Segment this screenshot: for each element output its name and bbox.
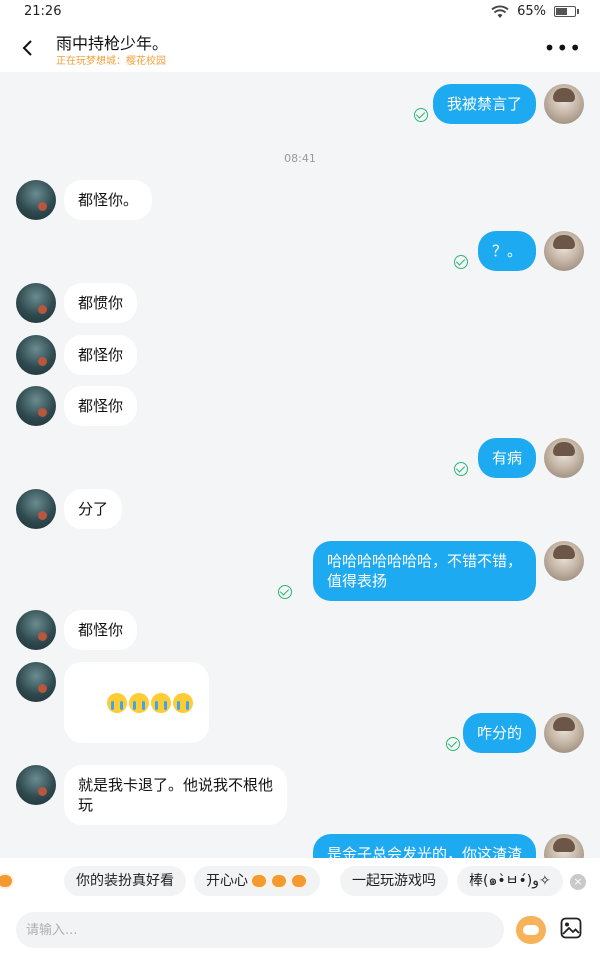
loudly-crying-face-icon xyxy=(150,692,171,713)
quick-reply-chip[interactable]: 你的装扮真好看 xyxy=(64,866,186,896)
avatar[interactable] xyxy=(544,834,584,858)
tiger-sticker-icon xyxy=(290,873,308,889)
message-bubble[interactable]: 哈哈哈哈哈哈哈，不错不错， 值得表扬 xyxy=(312,541,536,601)
message-bubble[interactable]: 都怪你 xyxy=(64,610,138,650)
message-bubble[interactable]: 分了 xyxy=(64,489,123,529)
avatar[interactable] xyxy=(16,610,56,650)
battery-percent: 65% xyxy=(517,4,546,19)
quick-reply-chip[interactable]: 开心心 xyxy=(194,866,320,896)
tiger-sticker-icon xyxy=(270,873,288,889)
chat-title: 雨中持枪少年。 xyxy=(56,34,169,53)
sticker-button[interactable] xyxy=(516,916,546,944)
avatar[interactable] xyxy=(16,283,56,323)
message-bubble[interactable]: 都怪你 xyxy=(64,386,138,426)
battery-icon xyxy=(554,6,579,17)
image-icon[interactable] xyxy=(560,917,582,939)
message-bubble[interactable]: 都怪你 xyxy=(64,335,138,375)
input-bar xyxy=(0,904,600,960)
quick-reply-chip[interactable]: 棒(๑•̀ㅂ•́)و✧ xyxy=(457,866,563,896)
message-bubble[interactable]: 是金子总会发光的，你这渣渣 xyxy=(312,834,536,858)
close-quick-replies-icon[interactable]: × xyxy=(570,874,586,890)
message-bubble[interactable]: 都怪你。 xyxy=(64,180,153,220)
message-bubble[interactable] xyxy=(64,662,209,743)
avatar[interactable] xyxy=(16,489,56,529)
time-divider: 08:41 xyxy=(284,152,316,165)
message-bubble[interactable]: 咋分的 xyxy=(462,713,536,753)
status-bar: 21:26 65% xyxy=(0,0,600,26)
quick-reply-bar: 你的装扮真好看 开心心 一起玩游戏吗 棒(๑•̀ㅂ•́)و✧ × xyxy=(0,858,600,904)
avatar[interactable] xyxy=(544,231,584,271)
chat-status-subtitle: 正在玩梦想城：樱花校园 xyxy=(56,56,166,67)
wifi-icon xyxy=(491,5,509,18)
avatar[interactable] xyxy=(16,180,56,220)
loudly-crying-face-icon xyxy=(172,692,193,713)
avatar[interactable] xyxy=(544,438,584,478)
avatar[interactable] xyxy=(544,84,584,124)
delivered-check-icon xyxy=(446,737,460,751)
avatar[interactable] xyxy=(16,765,56,805)
tiger-sticker-icon xyxy=(250,873,268,889)
quick-reply-chip[interactable]: 一起玩游戏吗 xyxy=(340,866,448,896)
delivered-check-icon xyxy=(414,108,428,122)
avatar[interactable] xyxy=(16,386,56,426)
avatar[interactable] xyxy=(16,335,56,375)
back-arrow-icon[interactable] xyxy=(16,34,40,62)
message-bubble[interactable]: 我被禁言了 xyxy=(432,84,536,124)
message-input[interactable] xyxy=(16,912,504,948)
chat-header: 雨中持枪少年。 正在玩梦想城：樱花校园 ••• xyxy=(0,26,600,72)
message-bubble[interactable]: 就是我卡退了。他说我不根他 玩 xyxy=(64,765,288,825)
message-bubble[interactable]: ？。 xyxy=(477,231,536,271)
avatar[interactable] xyxy=(544,541,584,581)
delivered-check-icon xyxy=(454,462,468,476)
status-time: 21:26 xyxy=(24,4,62,19)
message-list[interactable]: 08:41 我被禁言了 都怪你。 ？。 都惯你 都怪你 都怪你 有病 分了 哈哈… xyxy=(0,72,600,858)
message-bubble[interactable]: 有病 xyxy=(477,438,536,478)
avatar[interactable] xyxy=(544,713,584,753)
message-bubble[interactable]: 都惯你 xyxy=(64,283,138,323)
loudly-crying-face-icon xyxy=(128,692,149,713)
tiger-sticker-icon xyxy=(0,873,14,889)
more-options-icon[interactable]: ••• xyxy=(544,36,582,60)
avatar[interactable] xyxy=(16,662,56,702)
delivered-check-icon xyxy=(278,585,292,599)
delivered-check-icon xyxy=(454,255,468,269)
loudly-crying-face-icon xyxy=(106,692,127,713)
